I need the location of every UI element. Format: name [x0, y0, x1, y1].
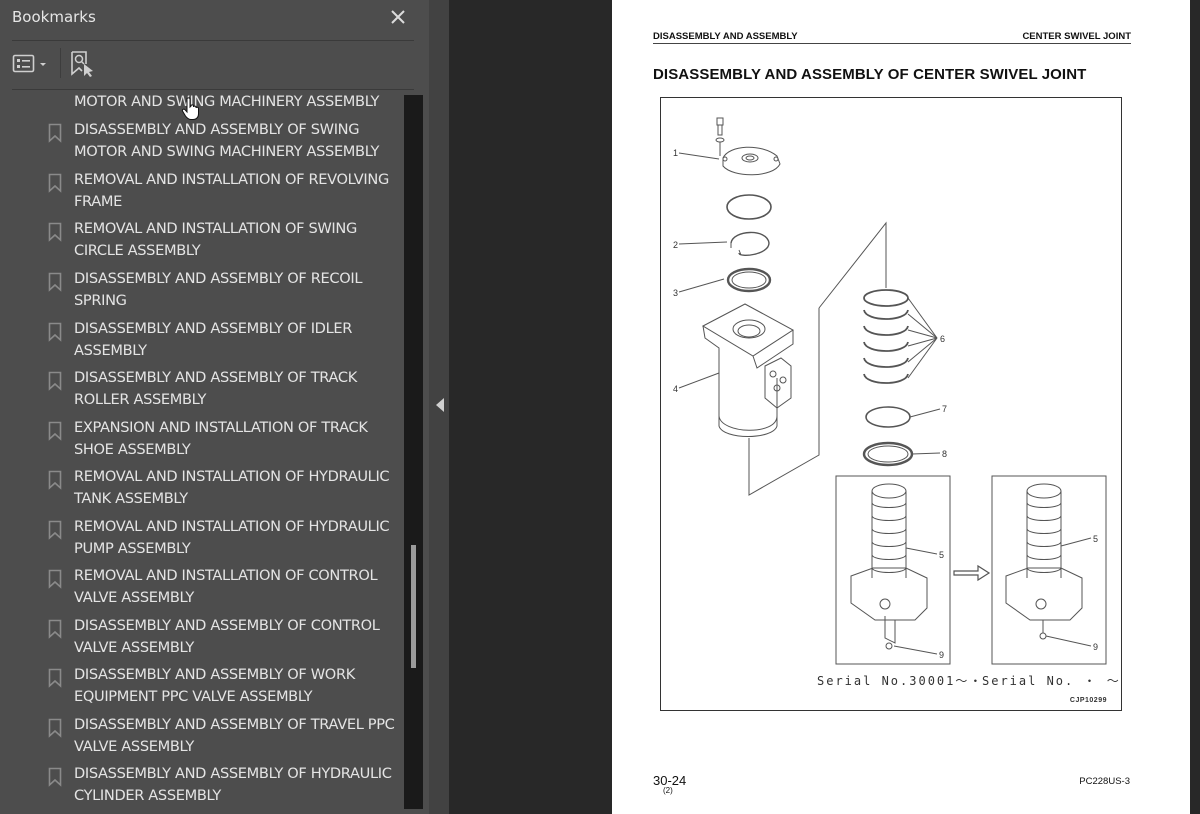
- bookmark-label: DISASSEMBLY AND ASSEMBLY OF TRAVEL PPC V…: [74, 716, 395, 755]
- callout-leader: [678, 372, 720, 389]
- callout-leader: [911, 452, 941, 455]
- bookmark-label: DISASSEMBLY AND ASSEMBLY OF RECOIL SPRIN…: [74, 270, 363, 309]
- running-header-left: DISASSEMBLY AND ASSEMBLY: [653, 31, 798, 42]
- panel-title: Bookmarks: [12, 8, 96, 26]
- bookmark-label: DISASSEMBLY AND ASSEMBLY OF TRACK ROLLER…: [74, 369, 357, 408]
- panel-divider[interactable]: [429, 0, 449, 814]
- list-options-icon: [12, 54, 46, 73]
- divider: [12, 40, 414, 41]
- bookmarks-toolbar: [12, 48, 412, 80]
- bookmark-list: MOTOR AND SWING MACHINERY ASSEMBLY DISAS…: [0, 90, 404, 814]
- bookmark-icon: [48, 222, 62, 242]
- options-menu-button[interactable]: [12, 52, 50, 76]
- bookmark-icon: [48, 619, 62, 639]
- close-panel-button[interactable]: [386, 3, 410, 31]
- bookmark-icon: [48, 421, 62, 441]
- callout-leader: [893, 645, 938, 655]
- diagram-drawing: 1 2 3 4 5 6 7 8 9 5 9: [673, 117, 1107, 665]
- close-icon: [391, 10, 405, 24]
- bookmark-label: REMOVAL AND INSTALLATION OF SWING CIRCLE…: [74, 220, 357, 259]
- bookmark-icon: [48, 173, 62, 193]
- serial-number-after: Serial No. ・ 〜: [982, 674, 1121, 688]
- viewer-edge: [1190, 0, 1200, 814]
- inset-box-after: [991, 475, 1107, 665]
- callout-label: 5: [1093, 534, 1098, 544]
- callout-label: 1: [673, 148, 678, 158]
- bookmark-icon: [48, 718, 62, 738]
- callout-leader: [1045, 635, 1092, 647]
- bookmark-label: REMOVAL AND INSTALLATION OF HYDRAULIC PU…: [74, 518, 390, 557]
- model-number: PC228US-3: [1079, 776, 1130, 787]
- assembly-line: [818, 221, 887, 309]
- shaft-part-after: [1005, 483, 1083, 640]
- bookmark-icon: [48, 371, 62, 391]
- bookmark-icon: [48, 520, 62, 540]
- o-ring-part: [726, 194, 772, 220]
- callout-leader: [905, 547, 938, 555]
- cover-part: [722, 146, 781, 176]
- callout-label: 4: [673, 384, 678, 394]
- callout-label: 2: [673, 240, 678, 250]
- arrow-icon: [953, 564, 991, 582]
- bookmark-label: DISASSEMBLY AND ASSEMBLY OF SWING MOTOR …: [74, 121, 380, 160]
- bookmark-label: DISASSEMBLY AND ASSEMBLY OF IDLER ASSEMB…: [74, 320, 353, 359]
- callout-leader: [678, 152, 720, 160]
- callout-label: 7: [942, 404, 947, 414]
- bookmark-label: REMOVAL AND INSTALLATION OF HYDRAULIC TA…: [74, 468, 390, 507]
- bookmark-label: EXPANSION AND INSTALLATION OF TRACK SHOE…: [74, 419, 368, 458]
- toolbar-separator: [60, 48, 61, 78]
- callout-label: 9: [1093, 642, 1098, 652]
- bookmarks-panel: Bookmarks MOTOR AND SWING MACHINERY ASSE…: [0, 0, 429, 814]
- bookmark-label: REMOVAL AND INSTALLATION OF REVOLVING FR…: [74, 171, 389, 210]
- swivel-body-part: [701, 303, 794, 437]
- callout-leader: [909, 408, 941, 418]
- running-header-right: CENTER SWIVEL JOINT: [1022, 31, 1131, 42]
- callout-label: 8: [942, 449, 947, 459]
- collapse-left-icon[interactable]: [435, 397, 445, 413]
- bookmark-icon: [48, 272, 62, 292]
- callout-label: 5: [939, 550, 944, 560]
- bookmark-label: DISASSEMBLY AND ASSEMBLY OF WORK EQUIPME…: [74, 666, 355, 705]
- inset-box-before: [835, 475, 951, 665]
- callout-leader: [678, 278, 725, 293]
- find-current-bookmark-button[interactable]: [70, 50, 96, 78]
- bookmark-icon: [48, 668, 62, 688]
- callout-leader: [1060, 537, 1092, 547]
- callout-leader: [678, 241, 728, 245]
- callout-label: 3: [673, 288, 678, 298]
- callout-leader: [907, 297, 938, 379]
- bookmark-icon: [48, 470, 62, 490]
- seal-stack-part: [863, 289, 909, 384]
- serial-number-before: Serial No.30001〜・: [817, 674, 984, 688]
- page-revision: (2): [663, 786, 673, 795]
- shaft-part-before: [850, 483, 928, 650]
- bookmark-label: REMOVAL AND INSTALLATION OF CONTROL VALV…: [74, 567, 378, 606]
- bookmark-icon: [48, 322, 62, 342]
- bookmark-icon: [48, 767, 62, 787]
- bookmark-label: DISASSEMBLY AND ASSEMBLY OF HYDRAULIC CY…: [74, 765, 392, 804]
- exploded-diagram: 1 2 3 4 5 6 7 8 9 5 9 Serial No.30001〜・ …: [660, 97, 1122, 711]
- callout-label: 6: [940, 334, 945, 344]
- dropdown-arrow-icon: [40, 63, 46, 66]
- section-title: DISASSEMBLY AND ASSEMBLY OF CENTER SWIVE…: [653, 66, 1087, 83]
- bookmark-icon: [48, 123, 62, 143]
- header-rule: [653, 43, 1131, 44]
- bookmark-label: MOTOR AND SWING MACHINERY ASSEMBLY: [74, 93, 380, 110]
- snap-ring-part: [730, 231, 770, 256]
- scrollbar-thumb[interactable]: [411, 545, 416, 668]
- pdf-page: DISASSEMBLY AND ASSEMBLY CENTER SWIVEL J…: [612, 0, 1190, 814]
- figure-code: CJP10299: [1069, 697, 1107, 704]
- bolt-part: [715, 117, 725, 156]
- callout-label: 9: [939, 650, 944, 660]
- o-ring-part: [865, 406, 911, 428]
- find-current-bookmark-icon: [71, 51, 93, 77]
- scrollbar-track[interactable]: [404, 95, 423, 809]
- bookmark-icon: [48, 569, 62, 589]
- bookmark-label: DISASSEMBLY AND ASSEMBLY OF CONTROL VALV…: [74, 617, 380, 656]
